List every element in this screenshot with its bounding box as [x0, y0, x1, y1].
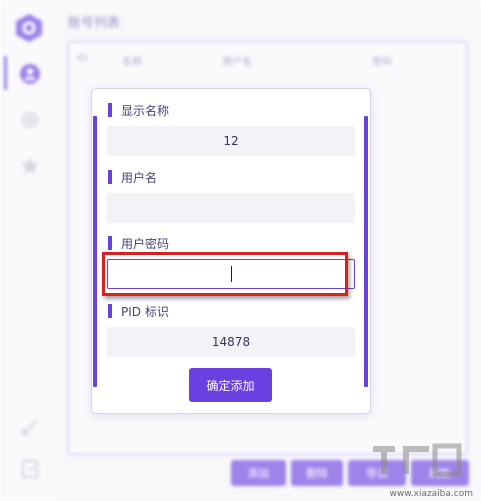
watermark: www.xiazaiba.com: [343, 440, 481, 501]
pid-input[interactable]: [107, 327, 355, 357]
password-label: 用户密码: [108, 235, 169, 251]
highlight-box: [102, 252, 348, 296]
display-name-input[interactable]: [107, 126, 355, 156]
add-account-dialog: 显示名称 用户名 用户密码 PID 标识 确定添加: [91, 88, 371, 414]
watermark-text: www.xiazaiba.com: [389, 489, 473, 499]
display-name-label: 显示名称: [108, 102, 169, 118]
username-label: 用户名: [108, 169, 157, 185]
pid-label: PID 标识: [108, 303, 169, 319]
confirm-add-button[interactable]: 确定添加: [189, 368, 272, 402]
username-input[interactable]: [107, 193, 355, 223]
dialog-accent-bar-right: [364, 116, 368, 387]
dialog-accent-bar-left: [93, 116, 97, 387]
